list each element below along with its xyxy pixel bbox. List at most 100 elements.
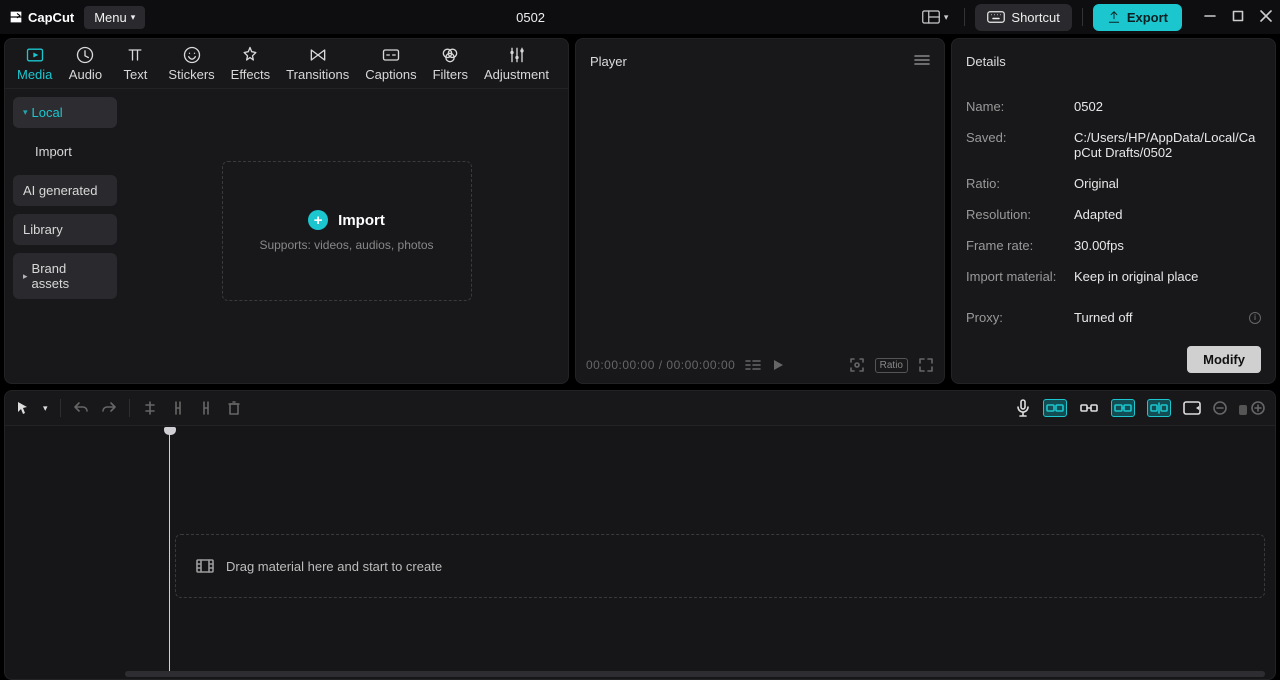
snap-align-button[interactable]: [1147, 399, 1171, 417]
sidebar-label: Library: [23, 222, 63, 237]
zoom-in-button[interactable]: [1251, 401, 1265, 415]
sidebar-label: AI generated: [23, 183, 97, 198]
import-area: + Import Supports: videos, audios, photo…: [125, 89, 568, 383]
player-title: Player: [590, 54, 627, 69]
sidebar-item-brand-assets[interactable]: ▸ Brand assets: [13, 253, 117, 299]
import-title: Import: [338, 212, 385, 229]
snap-gap-button[interactable]: [1079, 401, 1099, 415]
split-button[interactable]: [142, 400, 158, 416]
title-bar: CapCut Menu ▾ 0502 ▾ Shortcut Export: [0, 0, 1280, 34]
pointer-dropdown[interactable]: ▾: [43, 403, 48, 414]
detail-row-import-material: Import material: Keep in original place: [966, 261, 1261, 292]
main-tabbar: Media Audio Text Stickers Effects Transi…: [5, 39, 568, 89]
player-header: Player: [576, 39, 944, 83]
timeline-toolbar-left: ▾: [15, 399, 242, 417]
tab-label: Adjustment: [484, 67, 549, 82]
modify-button[interactable]: Modify: [1187, 346, 1261, 373]
scrollbar-thumb[interactable]: [125, 671, 1265, 677]
import-subtitle: Supports: videos, audios, photos: [259, 238, 433, 252]
info-icon[interactable]: i: [1249, 312, 1261, 324]
separator: [60, 399, 61, 417]
details-header: Details: [952, 39, 1275, 83]
trim-left-button[interactable]: [170, 400, 186, 416]
record-audio-button[interactable]: [1015, 399, 1031, 417]
sidebar-label: Brand assets: [32, 261, 107, 291]
tab-label: Media: [17, 67, 52, 82]
detail-value: Keep in original place: [1074, 269, 1261, 284]
tab-filters[interactable]: Filters: [425, 41, 476, 86]
maximize-button[interactable]: [1232, 10, 1244, 25]
player-controls: 00:00:00:00 / 00:00:00:00 Ratio: [576, 347, 944, 383]
import-dropzone[interactable]: + Import Supports: videos, audios, photo…: [222, 161, 472, 301]
redo-button[interactable]: [101, 400, 117, 416]
caret-down-icon: ▾: [23, 107, 28, 118]
snap-main-track[interactable]: [1043, 399, 1067, 417]
play-button[interactable]: [771, 358, 785, 372]
close-button[interactable]: [1260, 10, 1272, 25]
player-canvas[interactable]: [576, 83, 944, 383]
sidebar-label: Import: [35, 144, 72, 159]
undo-button[interactable]: [73, 400, 89, 416]
layout-button[interactable]: ▾: [916, 6, 955, 28]
playhead[interactable]: [169, 428, 170, 671]
tab-adjustment[interactable]: Adjustment: [476, 41, 557, 86]
timeline-scrollbar[interactable]: [125, 671, 1265, 677]
zoom-out-button[interactable]: [1213, 401, 1227, 415]
tab-stickers[interactable]: Stickers: [160, 41, 222, 86]
timeline-toolbar-right: [1015, 399, 1265, 417]
menu-button[interactable]: Menu ▾: [84, 6, 145, 29]
detail-label: Import material:: [966, 269, 1074, 284]
detail-label: Proxy:: [966, 310, 1074, 325]
tab-audio[interactable]: Audio: [60, 41, 110, 86]
media-sidebar: ▾ Local Import AI generated Library ▸ Br…: [5, 89, 125, 383]
window-controls: [1204, 10, 1272, 25]
detail-label: Ratio:: [966, 176, 1074, 191]
sidebar-item-ai-generated[interactable]: AI generated: [13, 175, 117, 206]
snap-linked-button[interactable]: [1111, 399, 1135, 417]
tab-label: Text: [124, 67, 148, 82]
detail-row-saved: Saved: C:/Users/HP/AppData/Local/CapCut …: [966, 122, 1261, 168]
pointer-tool[interactable]: [15, 400, 31, 416]
tab-transitions[interactable]: Transitions: [278, 41, 357, 86]
tab-label: Effects: [231, 67, 271, 82]
sidebar-item-library[interactable]: Library: [13, 214, 117, 245]
workspace: Media Audio Text Stickers Effects Transi…: [0, 34, 1280, 384]
sidebar-item-local[interactable]: ▾ Local: [13, 97, 117, 128]
tab-label: Stickers: [168, 67, 214, 82]
fullscreen-icon[interactable]: [918, 357, 934, 373]
app-name: CapCut: [28, 10, 74, 25]
project-title: 0502: [155, 10, 906, 25]
detail-value: C:/Users/HP/AppData/Local/CapCut Drafts/…: [1074, 130, 1261, 160]
film-icon: [196, 559, 214, 573]
trim-right-button[interactable]: [198, 400, 214, 416]
tab-label: Captions: [365, 67, 416, 82]
plus-icon: +: [308, 210, 328, 230]
ratio-button[interactable]: Ratio: [875, 358, 908, 373]
delete-button[interactable]: [226, 400, 242, 416]
details-footer: Modify: [952, 338, 1275, 383]
minimize-button[interactable]: [1204, 10, 1216, 25]
player-panel: Player 00:00:00:00 / 00:00:00:00 Ratio: [575, 38, 945, 384]
sidebar-item-import[interactable]: Import: [13, 136, 117, 167]
timeline[interactable]: Drag material here and start to create: [4, 426, 1276, 680]
tab-text[interactable]: Text: [110, 41, 160, 86]
shortcut-button[interactable]: Shortcut: [975, 4, 1071, 31]
tab-effects[interactable]: Effects: [223, 41, 279, 86]
timeline-hint: Drag material here and start to create: [226, 559, 442, 574]
separator: [964, 8, 965, 26]
preview-render-button[interactable]: [1183, 401, 1201, 415]
tab-captions[interactable]: Captions: [357, 41, 424, 86]
player-list-icon[interactable]: [745, 359, 761, 371]
focus-icon[interactable]: [849, 357, 865, 373]
import-title-row: + Import: [308, 210, 385, 230]
export-button[interactable]: Export: [1093, 4, 1182, 31]
detail-label: Name:: [966, 99, 1074, 114]
detail-row-ratio: Ratio: Original: [966, 168, 1261, 199]
timeline-dropzone[interactable]: Drag material here and start to create: [175, 534, 1265, 598]
detail-label: Frame rate:: [966, 238, 1074, 253]
titlebar-right: ▾ Shortcut Export: [916, 4, 1272, 31]
player-menu-icon[interactable]: [914, 54, 930, 69]
detail-value: Turned off: [1074, 310, 1133, 325]
timeline-toolbar: ▾: [4, 390, 1276, 426]
tab-media[interactable]: Media: [9, 41, 60, 86]
